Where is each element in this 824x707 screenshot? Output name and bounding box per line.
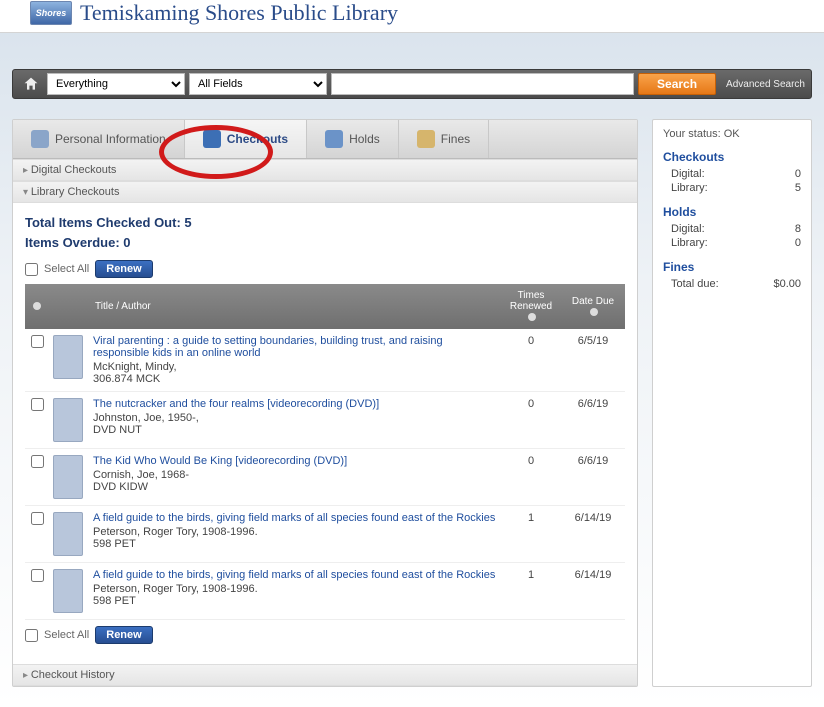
table-row: Viral parenting : a guide to setting bou… — [25, 329, 625, 392]
item-times-renewed: 1 — [501, 506, 561, 563]
select-all-label: Select All — [44, 629, 89, 641]
section-checkout-history[interactable]: Checkout History — [13, 664, 637, 686]
item-author: Peterson, Roger Tory, 1908-1996. — [93, 583, 497, 595]
item-title-link[interactable]: The nutcracker and the four realms [vide… — [93, 398, 497, 410]
tab-label: Fines — [441, 132, 470, 146]
cover-thumbnail — [53, 398, 83, 442]
summary-holds-heading: Holds — [663, 205, 801, 219]
col-select[interactable] — [25, 284, 49, 329]
item-date-due: 6/14/19 — [561, 506, 625, 563]
sort-icon — [33, 302, 41, 310]
checkouts-table: Title / Author Times Renewed Date Due Vi… — [25, 284, 625, 620]
item-callnumber: 306.874 MCK — [93, 373, 497, 385]
item-author: Cornish, Joe, 1968- — [93, 469, 497, 481]
renew-button-top[interactable]: Renew — [95, 260, 152, 278]
account-summary-panel: Your status: OK Checkouts Digital:0 Libr… — [652, 119, 812, 687]
select-all-checkbox[interactable] — [25, 263, 38, 276]
sort-icon — [528, 313, 536, 321]
item-callnumber: 598 PET — [93, 595, 497, 607]
item-times-renewed: 1 — [501, 563, 561, 620]
brand-header: Shores Temiskaming Shores Public Library — [0, 0, 824, 33]
summary-fines-heading: Fines — [663, 260, 801, 274]
col-title-author[interactable]: Title / Author — [89, 284, 501, 329]
table-row: A field guide to the birds, giving field… — [25, 506, 625, 563]
item-callnumber: DVD KIDW — [93, 481, 497, 493]
item-title-link[interactable]: The Kid Who Would Be King [videorecordin… — [93, 455, 497, 467]
renew-button-bottom[interactable]: Renew — [95, 626, 152, 644]
sort-icon — [590, 308, 598, 316]
col-cover — [49, 284, 89, 329]
item-author: Johnston, Joe, 1950-, — [93, 412, 497, 424]
table-row: The Kid Who Would Be King [videorecordin… — [25, 449, 625, 506]
select-all-row-top: Select All Renew — [25, 260, 625, 278]
row-checkbox[interactable] — [31, 335, 44, 348]
tab-label: Checkouts — [227, 132, 288, 146]
search-button[interactable]: Search — [638, 73, 716, 95]
item-callnumber: DVD NUT — [93, 424, 497, 436]
summary-row: Library:0 — [663, 236, 801, 250]
tab-fines[interactable]: Fines — [399, 120, 489, 158]
item-title-link[interactable]: A field guide to the birds, giving field… — [93, 569, 497, 581]
select-all-row-bottom: Select All Renew — [25, 626, 625, 644]
item-date-due: 6/6/19 — [561, 392, 625, 449]
checkout-totals: Total Items Checked Out: 5 Items Overdue… — [25, 213, 625, 252]
table-row: A field guide to the birds, giving field… — [25, 563, 625, 620]
item-callnumber: 598 PET — [93, 538, 497, 550]
item-times-renewed: 0 — [501, 392, 561, 449]
col-times-renewed[interactable]: Times Renewed — [501, 284, 561, 329]
summary-row: Total due:$0.00 — [663, 277, 801, 291]
search-bar: Everything All Fields Search Advanced Se… — [12, 69, 812, 99]
site-title: Temiskaming Shores Public Library — [80, 0, 398, 26]
summary-row: Digital:8 — [663, 222, 801, 236]
main-panel: Personal Information Checkouts Holds Fin… — [12, 119, 638, 687]
library-checkouts-body: Total Items Checked Out: 5 Items Overdue… — [13, 203, 637, 664]
item-author: Peterson, Roger Tory, 1908-1996. — [93, 526, 497, 538]
account-tabs: Personal Information Checkouts Holds Fin… — [13, 120, 637, 159]
select-all-checkbox[interactable] — [25, 629, 38, 642]
row-checkbox[interactable] — [31, 569, 44, 582]
row-checkbox[interactable] — [31, 512, 44, 525]
brand-logo: Shores — [30, 1, 72, 25]
row-checkbox[interactable] — [31, 398, 44, 411]
tab-personal-information[interactable]: Personal Information — [13, 120, 185, 158]
section-digital-checkouts[interactable]: Digital Checkouts — [13, 159, 637, 181]
cover-thumbnail — [53, 569, 83, 613]
col-date-due[interactable]: Date Due — [561, 284, 625, 329]
summary-row: Library:5 — [663, 181, 801, 195]
search-input[interactable] — [331, 73, 634, 95]
select-all-label: Select All — [44, 263, 89, 275]
person-icon — [31, 130, 49, 148]
cover-thumbnail — [53, 512, 83, 556]
holds-icon — [325, 130, 343, 148]
item-date-due: 6/14/19 — [561, 563, 625, 620]
home-icon[interactable] — [19, 73, 43, 95]
tab-holds[interactable]: Holds — [307, 120, 399, 158]
item-date-due: 6/5/19 — [561, 329, 625, 392]
search-field-select[interactable]: All Fields — [189, 73, 327, 95]
summary-checkouts-heading: Checkouts — [663, 150, 801, 164]
checkouts-icon — [203, 130, 221, 148]
item-times-renewed: 0 — [501, 329, 561, 392]
item-title-link[interactable]: Viral parenting : a guide to setting bou… — [93, 335, 497, 359]
table-row: The nutcracker and the four realms [vide… — [25, 392, 625, 449]
tab-label: Personal Information — [55, 132, 166, 146]
item-title-link[interactable]: A field guide to the birds, giving field… — [93, 512, 497, 524]
cover-thumbnail — [53, 335, 83, 379]
item-date-due: 6/6/19 — [561, 449, 625, 506]
section-library-checkouts[interactable]: Library Checkouts — [13, 181, 637, 203]
item-times-renewed: 0 — [501, 449, 561, 506]
tab-label: Holds — [349, 132, 380, 146]
cover-thumbnail — [53, 455, 83, 499]
summary-row: Digital:0 — [663, 167, 801, 181]
advanced-search-link[interactable]: Advanced Search — [726, 79, 805, 90]
item-author: McKnight, Mindy, — [93, 361, 497, 373]
row-checkbox[interactable] — [31, 455, 44, 468]
tab-checkouts[interactable]: Checkouts — [185, 120, 307, 158]
fines-icon — [417, 130, 435, 148]
account-status: Your status: OK — [663, 128, 801, 140]
search-scope-select[interactable]: Everything — [47, 73, 185, 95]
